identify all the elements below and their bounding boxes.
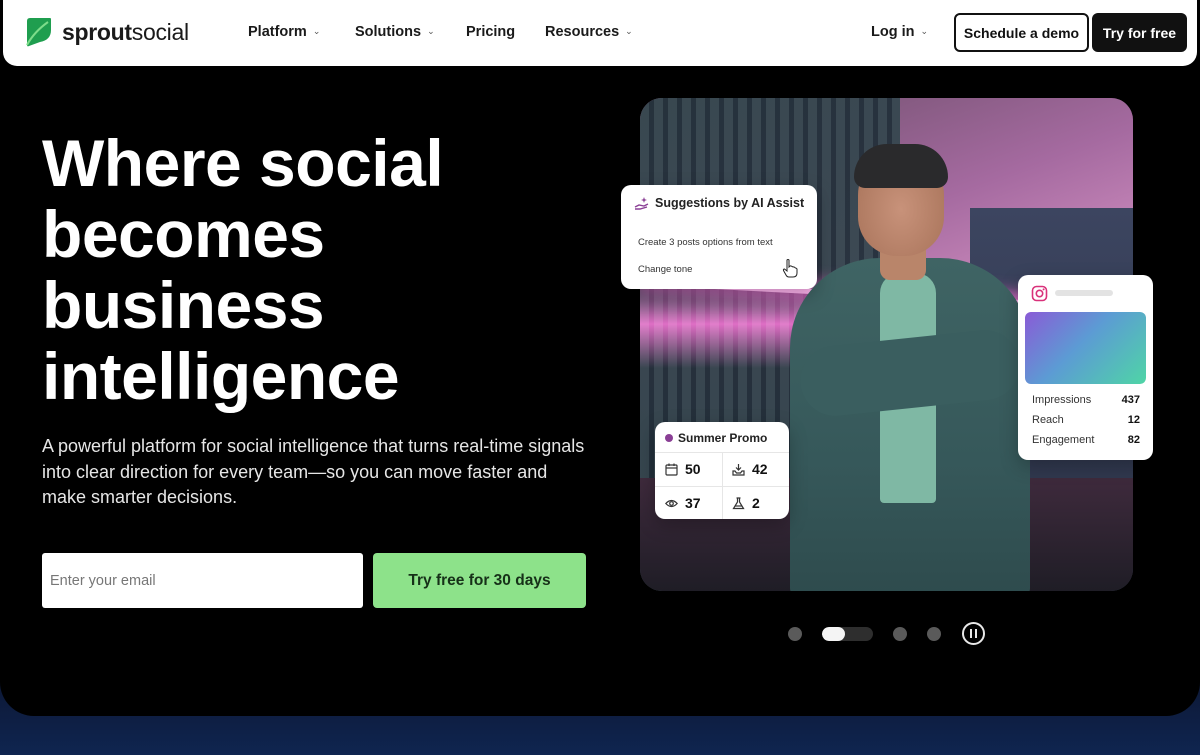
carousel-pause-button[interactable] bbox=[962, 622, 985, 645]
metric-row: Impressions 437 bbox=[1032, 394, 1140, 406]
promo-stat-value: 37 bbox=[685, 495, 701, 511]
ai-option-create-posts[interactable]: Create 3 posts options from text bbox=[638, 237, 773, 248]
chevron-down-icon: ⌄ bbox=[625, 25, 633, 36]
metric-value: 437 bbox=[1121, 394, 1140, 406]
nav-solutions[interactable]: Solutions ⌄ bbox=[355, 24, 435, 40]
promo-stat-value: 50 bbox=[685, 461, 701, 477]
metric-row: Engagement 82 bbox=[1032, 434, 1140, 446]
metric-label: Engagement bbox=[1032, 434, 1095, 446]
metric-label: Reach bbox=[1032, 414, 1064, 426]
hero-title: Where social becomes business intelligen… bbox=[42, 128, 602, 412]
pause-icon-bar bbox=[975, 629, 977, 638]
top-navigation: sproutsocial Platform ⌄ Solutions ⌄ Pric… bbox=[3, 0, 1197, 66]
email-input[interactable] bbox=[42, 553, 363, 608]
carousel-progress-fill bbox=[822, 627, 845, 641]
schedule-demo-button[interactable]: Schedule a demo bbox=[954, 13, 1089, 52]
promo-stat-experiments: 2 bbox=[732, 495, 760, 511]
metric-value: 82 bbox=[1127, 434, 1140, 446]
nav-pricing-label: Pricing bbox=[466, 24, 516, 40]
promo-title: Summer Promo bbox=[665, 431, 767, 445]
ai-assist-title: Suggestions by AI Assist bbox=[655, 196, 805, 210]
nav-platform-label: Platform bbox=[248, 24, 307, 40]
metric-row: Reach 12 bbox=[1032, 414, 1140, 426]
logo-wordmark: sproutsocial bbox=[62, 18, 189, 45]
hero-title-line: Where social bbox=[42, 126, 444, 200]
person-hair bbox=[854, 144, 948, 188]
nav-resources[interactable]: Resources ⌄ bbox=[545, 24, 633, 40]
hero-frame: sproutsocial Platform ⌄ Solutions ⌄ Pric… bbox=[0, 0, 1200, 716]
carousel-dot-4[interactable] bbox=[927, 627, 941, 641]
hero-title-line: becomes bbox=[42, 197, 325, 271]
metric-value: 12 bbox=[1127, 414, 1140, 426]
login-menu[interactable]: Log in ⌄ bbox=[871, 24, 928, 40]
summer-promo-card: Summer Promo 50 42 37 2 bbox=[655, 422, 789, 519]
promo-stat-value: 2 bbox=[752, 495, 760, 511]
metric-label: Impressions bbox=[1032, 394, 1092, 406]
leaf-logo-icon bbox=[26, 18, 51, 47]
promo-title-text: Summer Promo bbox=[678, 431, 768, 445]
chevron-down-icon: ⌄ bbox=[920, 25, 929, 36]
nav-solutions-label: Solutions bbox=[355, 24, 422, 40]
hero-subtitle: A powerful platform for social intellige… bbox=[42, 436, 585, 507]
promo-stat-inbox: 42 bbox=[732, 461, 768, 477]
calendar-icon bbox=[665, 463, 678, 476]
chevron-down-icon: ⌄ bbox=[427, 25, 435, 36]
pause-icon-bar bbox=[970, 629, 972, 638]
login-label: Log in bbox=[871, 24, 915, 40]
eye-icon bbox=[665, 499, 678, 507]
promo-stat-views: 37 bbox=[665, 495, 701, 511]
carousel-dot-2-active[interactable] bbox=[822, 627, 873, 641]
try-free-30-days-button[interactable]: Try free for 30 days bbox=[373, 553, 586, 608]
ai-option-change-tone[interactable]: Change tone bbox=[638, 264, 692, 275]
sproutsocial-logo[interactable]: sproutsocial bbox=[24, 16, 189, 48]
nav-platform[interactable]: Platform ⌄ bbox=[248, 24, 320, 40]
post-author-placeholder bbox=[1055, 290, 1113, 296]
instagram-icon bbox=[1031, 285, 1048, 302]
ai-assist-card: Suggestions by AI Assist Create 3 posts … bbox=[621, 185, 817, 289]
carousel-dot-3[interactable] bbox=[893, 627, 907, 641]
hero-title-line: business bbox=[42, 268, 325, 342]
try-for-free-button[interactable]: Try for free bbox=[1092, 13, 1187, 52]
ai-sparkle-hand-icon bbox=[634, 197, 649, 210]
promo-status-dot bbox=[665, 434, 673, 442]
promo-stat-scheduled: 50 bbox=[665, 461, 701, 477]
hero-title-line: intelligence bbox=[42, 339, 400, 413]
divider bbox=[722, 452, 723, 519]
chevron-down-icon: ⌄ bbox=[312, 25, 321, 36]
inbox-icon bbox=[732, 463, 745, 476]
flask-icon bbox=[732, 496, 745, 509]
promo-stat-value: 42 bbox=[752, 461, 768, 477]
nav-resources-label: Resources bbox=[545, 24, 620, 40]
carousel-dot-1[interactable] bbox=[788, 627, 802, 641]
post-image-placeholder bbox=[1025, 312, 1146, 384]
instagram-metrics-card: Impressions 437 Reach 12 Engagement 82 bbox=[1018, 275, 1153, 460]
hand-pointer-icon bbox=[782, 259, 798, 278]
nav-pricing[interactable]: Pricing bbox=[466, 24, 515, 40]
